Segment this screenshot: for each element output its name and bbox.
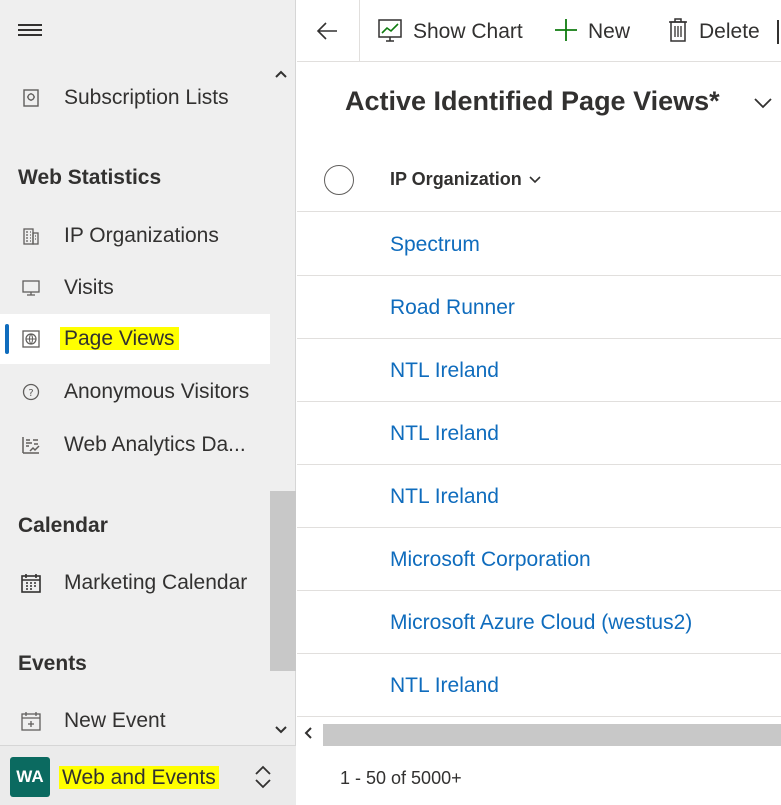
sidebar-item-ip-organizations[interactable]: IP Organizations (0, 211, 270, 261)
sitemap-sidebar: Subscription Lists Web Statistics IP Org… (0, 0, 296, 805)
row-link[interactable]: NTL Ireland (390, 359, 499, 383)
table-row[interactable]: Microsoft Azure Cloud (westus2) (297, 591, 781, 654)
table-row[interactable]: NTL Ireland (297, 654, 781, 717)
view-selector-title[interactable]: Active Identified Page Views* (345, 86, 720, 117)
row-link[interactable]: NTL Ireland (390, 422, 499, 446)
table-row[interactable]: Microsoft Corporation (297, 528, 781, 591)
area-switcher[interactable]: WA Web and Events (0, 745, 296, 805)
delete-button[interactable]: Delete (667, 16, 760, 48)
sidebar-item-label: Subscription Lists (64, 86, 229, 109)
sidebar-item-label: Marketing Calendar (64, 571, 248, 594)
hamburger-icon[interactable] (18, 24, 42, 40)
sidebar-item-anonymous-visitors[interactable]: ? Anonymous Visitors (0, 367, 270, 417)
chevron-down-icon (529, 175, 541, 183)
up-down-chevron-icon[interactable] (252, 764, 274, 790)
table-row[interactable]: NTL Ireland (297, 465, 781, 528)
delete-label: Delete (699, 20, 760, 43)
calendar-icon (20, 572, 42, 594)
analytics-icon (20, 434, 42, 456)
row-link[interactable]: NTL Ireland (390, 674, 499, 698)
active-indicator (5, 324, 9, 354)
section-title-events: Events (18, 652, 87, 675)
sidebar-scroll-up-icon[interactable] (274, 66, 288, 82)
scroll-left-icon[interactable] (303, 726, 313, 743)
column-header-ip-organization[interactable]: IP Organization (390, 169, 542, 190)
record-count: 1 - 50 of 5000+ (340, 768, 462, 788)
horizontal-scrollbar[interactable] (297, 722, 781, 748)
plus-icon (554, 18, 578, 47)
back-arrow-icon[interactable] (315, 18, 341, 44)
table-row[interactable]: NTL Ireland (297, 402, 781, 465)
building-icon (20, 225, 42, 247)
calendar-add-icon (20, 710, 42, 732)
sidebar-item-label: Visits (64, 276, 114, 299)
new-button[interactable]: New (554, 16, 630, 48)
chevron-down-icon[interactable] (753, 96, 773, 112)
svg-text:?: ? (28, 388, 33, 399)
sidebar-item-label: Anonymous Visitors (64, 380, 250, 403)
command-bar: Show Chart New Delete (297, 0, 781, 62)
sidebar-item-label: IP Organizations (64, 224, 219, 247)
sidebar-item-marketing-calendar[interactable]: Marketing Calendar (0, 558, 270, 608)
main-content: Show Chart New Delete Active Identified … (297, 0, 781, 805)
monitor-icon (20, 277, 42, 299)
sidebar-item-web-analytics[interactable]: Web Analytics Da... (0, 420, 270, 470)
area-label: Web and Events (59, 766, 219, 789)
sidebar-item-label: Page Views (60, 327, 179, 350)
sidebar-scroll-down-icon[interactable] (274, 722, 288, 738)
sidebar-item-visits[interactable]: Visits (0, 263, 270, 313)
row-link[interactable]: Microsoft Azure Cloud (westus2) (390, 611, 692, 635)
trash-icon (667, 17, 689, 48)
table-row[interactable]: NTL Ireland (297, 339, 781, 402)
sidebar-item-new-event[interactable]: New Event (0, 696, 270, 746)
grid-header: IP Organization (297, 149, 781, 212)
sidebar-item-label-wrap: Page Views (60, 327, 179, 351)
area-label-wrap: Web and Events (59, 766, 219, 790)
horizontal-scrollbar-thumb[interactable] (323, 724, 781, 746)
section-title-calendar: Calendar (18, 514, 108, 537)
sidebar-scrollbar-thumb[interactable] (270, 491, 296, 671)
row-link[interactable]: Spectrum (390, 233, 480, 257)
sidebar-item-subscription-lists[interactable]: Subscription Lists (0, 73, 270, 123)
sidebar-item-label: New Event (64, 709, 166, 732)
section-title-web-statistics: Web Statistics (18, 166, 162, 189)
sidebar-item-label: Web Analytics Da... (64, 433, 246, 456)
command-divider (359, 0, 360, 62)
table-row[interactable]: Spectrum (297, 213, 781, 276)
column-header-label: IP Organization (390, 169, 522, 189)
chart-icon (377, 17, 403, 48)
area-badge: WA (10, 757, 50, 797)
show-chart-label: Show Chart (413, 20, 523, 43)
row-link[interactable]: Road Runner (390, 296, 515, 320)
table-row[interactable]: Road Runner (297, 276, 781, 339)
command-overflow-edge (777, 20, 779, 44)
row-link[interactable]: Microsoft Corporation (390, 548, 591, 572)
subscription-list-icon (20, 87, 42, 109)
show-chart-button[interactable]: Show Chart (377, 16, 523, 48)
question-circle-icon: ? (20, 381, 42, 403)
select-all-checkbox[interactable] (324, 165, 354, 195)
globe-page-icon (20, 328, 42, 350)
row-link[interactable]: NTL Ireland (390, 485, 499, 509)
sidebar-item-page-views[interactable]: Page Views (0, 314, 270, 364)
new-label: New (588, 20, 631, 43)
